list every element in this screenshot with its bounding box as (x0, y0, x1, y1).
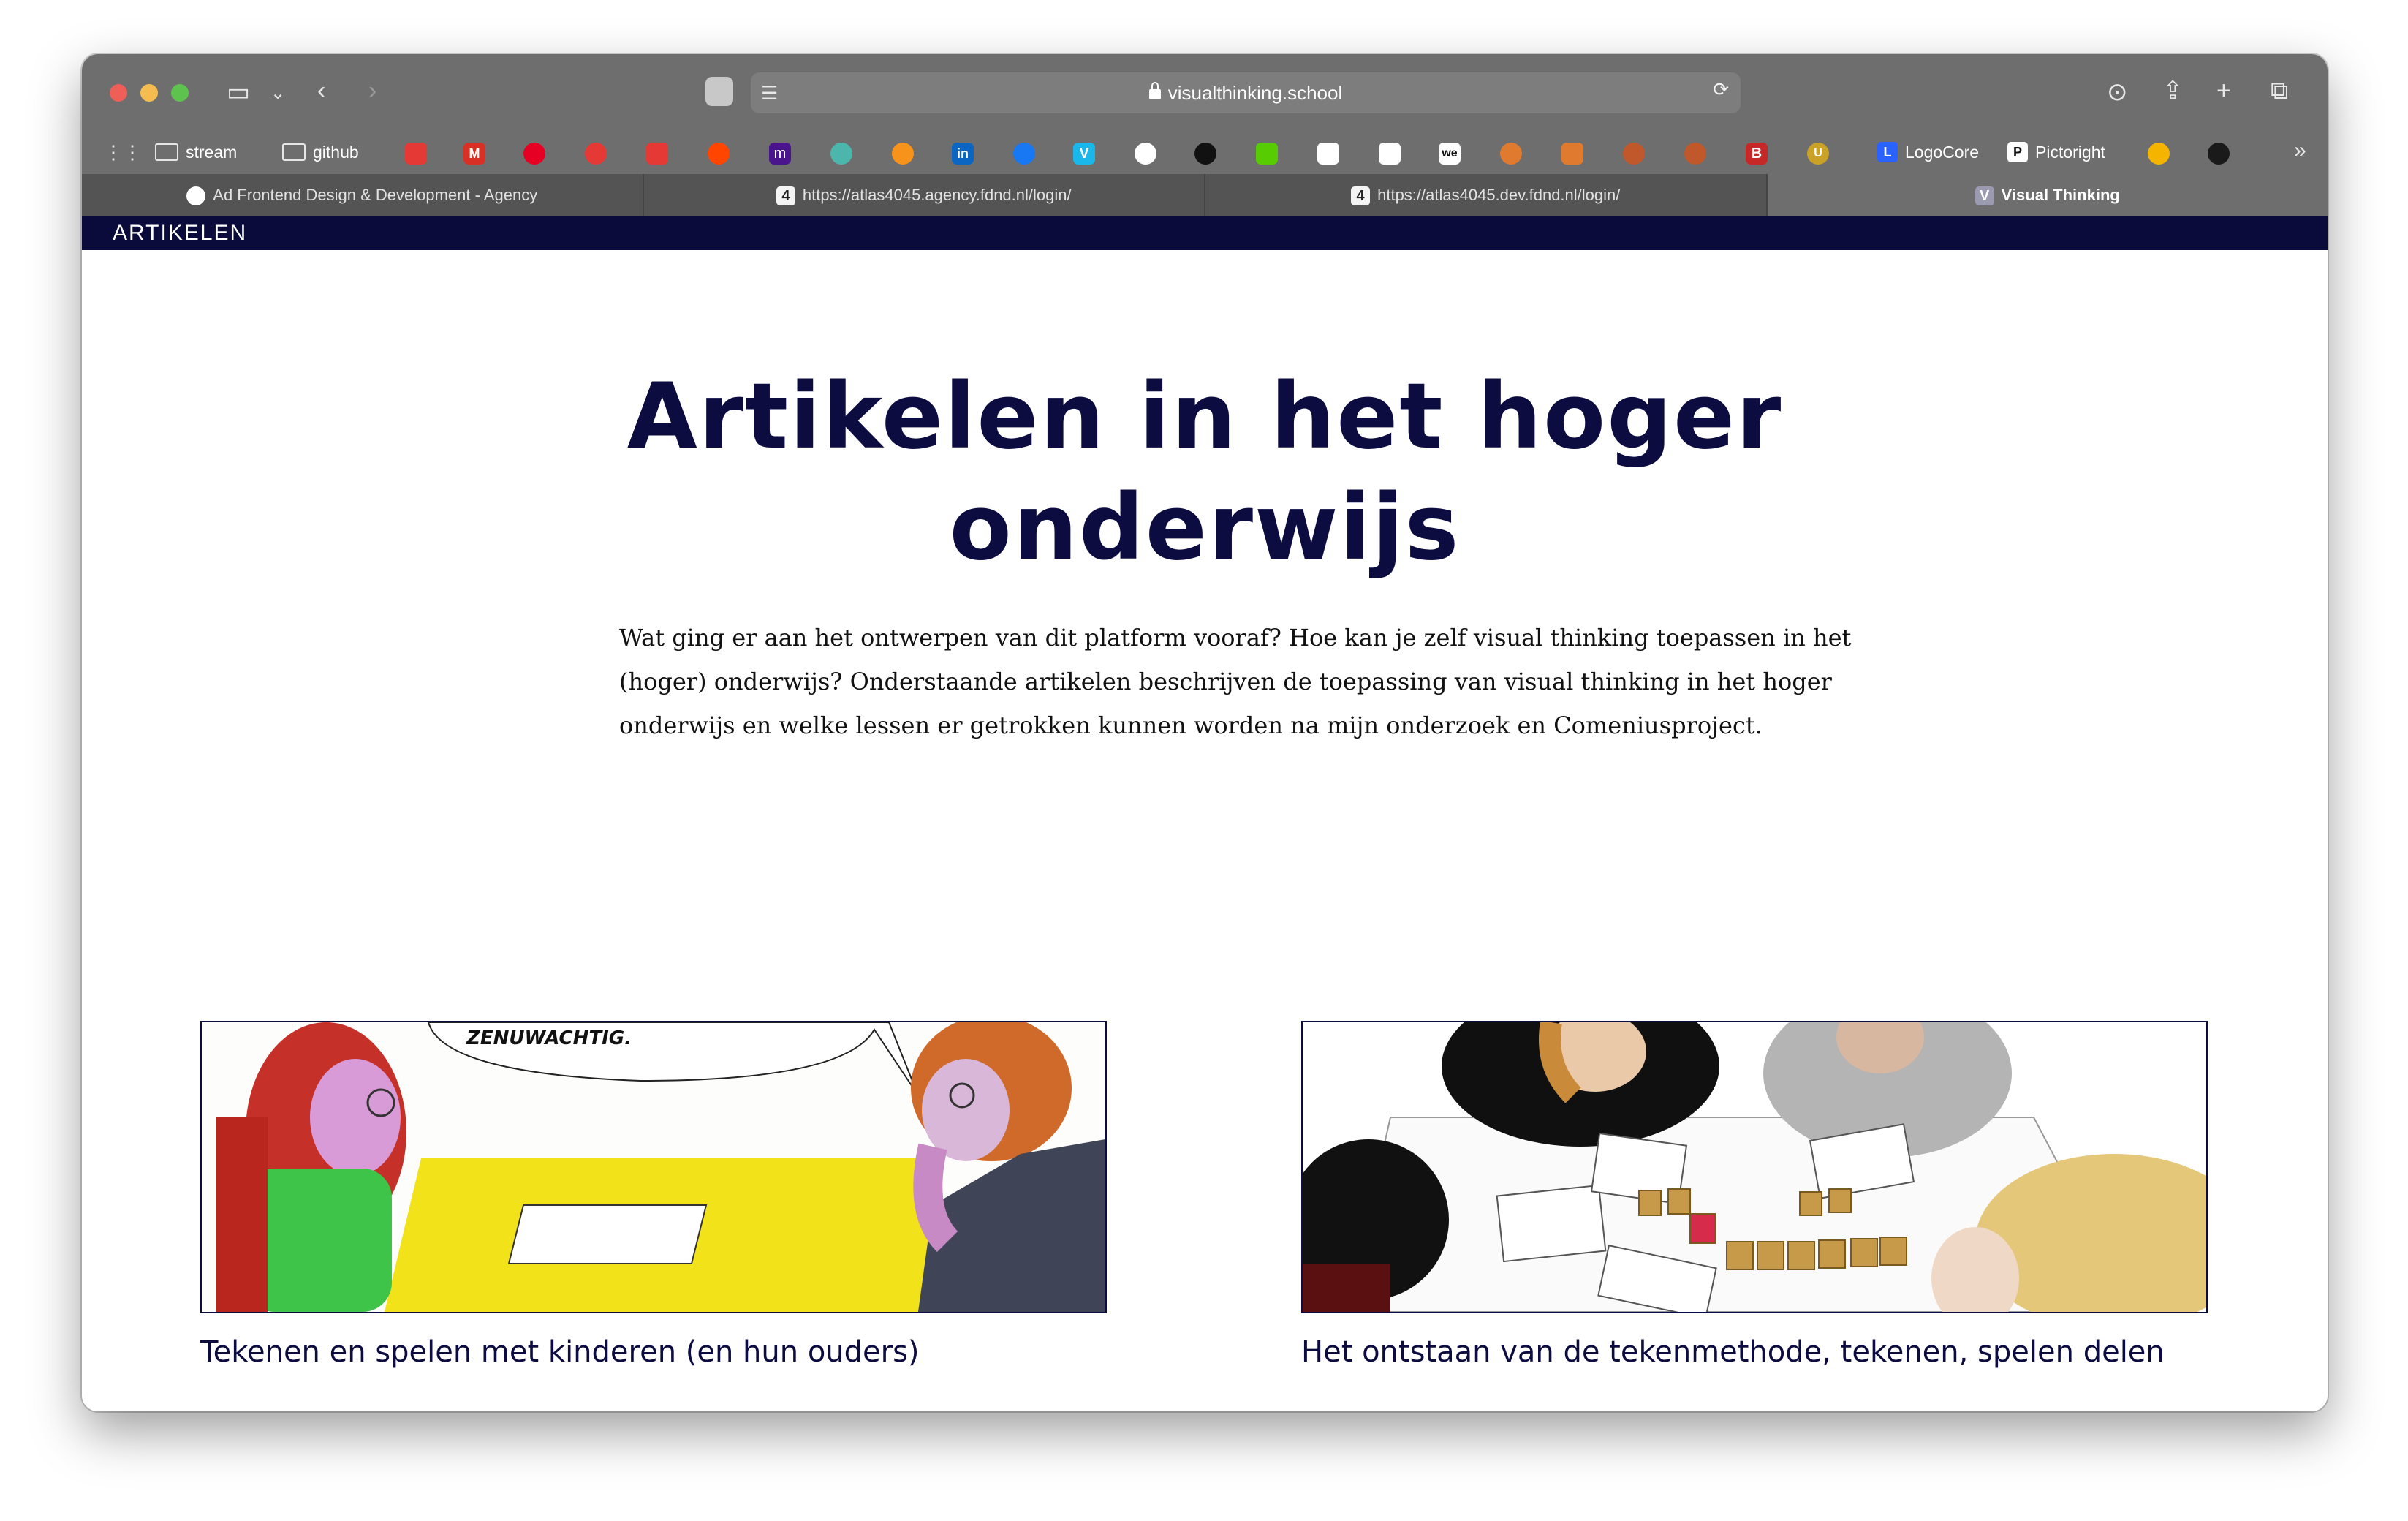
back-icon[interactable]: ‹ (317, 76, 325, 105)
illustration-comic: ZENUWACHTIG. (202, 1022, 1105, 1312)
photos-icon[interactable] (2148, 143, 2170, 165)
tab-atlas-agency[interactable]: 4 https://atlas4045.agency.fdnd.nl/login/ (644, 174, 1205, 216)
address-bar[interactable]: ☰ visualthinking.school ⟳ (705, 72, 1741, 113)
page-title: Artikelen in het hoger onderwijs (82, 361, 2328, 584)
chevron-down-icon[interactable]: ⌄ (270, 79, 285, 108)
tab-bar: Ad Frontend Design & Development - Agenc… (82, 174, 2328, 216)
basketball-icon[interactable] (1623, 143, 1645, 165)
minimize-window-button[interactable] (140, 84, 158, 102)
tab-label: https://atlas4045.agency.fdnd.nl/login/ (802, 186, 1072, 204)
share-icon[interactable]: ⇪ (2162, 76, 2184, 105)
upwork-icon[interactable] (1194, 143, 1216, 165)
apps-grid-icon[interactable]: ⋮⋮ (104, 137, 142, 167)
article-card[interactable]: Het ontstaan van de tekenmethode, tekene… (1301, 1021, 2208, 1369)
vimeo-icon[interactable]: V (1073, 143, 1095, 165)
wetransfer-icon[interactable]: we (1439, 143, 1461, 165)
opera-icon[interactable] (585, 143, 607, 165)
bookmark-logocore[interactable]: L LogoCore (1877, 140, 1979, 164)
bookmarks-bar: ⋮⋮ stream github M m in V we B U L LogoCo… (82, 130, 2328, 174)
bookmark-label: LogoCore (1905, 142, 1980, 162)
medium-icon[interactable]: m (769, 143, 791, 165)
gmail-icon[interactable]: M (463, 143, 485, 165)
bookmark-label: github (313, 142, 359, 162)
article-title[interactable]: Het ontstaan van de tekenmethode, tekene… (1301, 1335, 2208, 1369)
openai-icon[interactable] (1135, 143, 1156, 165)
v-brand-icon[interactable]: B (1746, 143, 1768, 165)
pictoright-icon: P (2007, 142, 2028, 162)
tab-atlas-dev[interactable]: 4 https://atlas4045.dev.fdnd.nl/login/ (1205, 174, 1768, 216)
qr-icon[interactable] (1379, 143, 1401, 165)
bookmark-folder-stream[interactable]: stream (155, 140, 237, 164)
new-tab-icon[interactable]: + (2216, 76, 2231, 105)
page-title-line-1: Artikelen in het hoger (626, 364, 1783, 469)
bookmark-label: Pictoright (2035, 142, 2105, 162)
reload-icon[interactable]: ⟳ (1713, 78, 1729, 101)
orange-square-icon[interactable] (1561, 143, 1583, 165)
logocore-icon: L (1877, 142, 1898, 162)
article-illustration[interactable]: ZENUWACHTIG. (200, 1021, 1107, 1313)
browser-window: ▭ ⌄ ‹ › ☰ visualthinking.school ⟳ ⊙ ⇪ + … (82, 54, 2328, 1411)
tab-overview-icon[interactable]: ⧉ (2271, 76, 2288, 105)
extension-circle-icon[interactable] (2208, 143, 2230, 165)
close-window-button[interactable] (110, 84, 127, 102)
sidebar-toggle-icon[interactable]: ▭ (227, 78, 250, 107)
github-icon (186, 186, 206, 206)
lock-icon (1148, 82, 1161, 99)
page-title-line-2: onderwijs (949, 475, 1461, 581)
pinterest-icon[interactable] (523, 143, 545, 165)
more-bookmarks-icon[interactable]: » (2294, 136, 2306, 165)
tab-agency-github[interactable]: Ad Frontend Design & Development - Agenc… (82, 174, 644, 216)
site-nav: ARTIKELEN (82, 216, 2328, 250)
article-title[interactable]: Tekenen en spelen met kinderen (en hun o… (200, 1335, 1107, 1369)
facebook-icon[interactable] (1013, 143, 1035, 165)
address-url[interactable]: visualthinking.school (751, 72, 1741, 113)
tab-label: Visual Thinking (2001, 186, 2120, 204)
zoom-window-button[interactable] (171, 84, 189, 102)
nav-link-artikelen[interactable]: ARTIKELEN (113, 216, 247, 250)
duolingo-icon[interactable] (1256, 143, 1278, 165)
folder-icon (155, 143, 178, 161)
article-illustration[interactable] (1301, 1021, 2208, 1313)
orange-circle-icon[interactable] (1500, 143, 1522, 165)
browser-toolbar: ▭ ⌄ ‹ › ☰ visualthinking.school ⟳ ⊙ ⇪ + … (82, 54, 2328, 130)
ball-icon[interactable] (1684, 143, 1706, 165)
tab-visual-thinking[interactable]: V Visual Thinking (1767, 174, 2328, 216)
downloads-icon[interactable]: ⊙ (2107, 78, 2128, 107)
page-content: Artikelen in het hoger onderwijs Wat gin… (82, 250, 2328, 1411)
square-icon[interactable] (1317, 143, 1339, 165)
bookmark-folder-github[interactable]: github (282, 140, 359, 164)
url-text: visualthinking.school (1167, 82, 1343, 104)
u-brand-icon[interactable]: U (1807, 143, 1829, 165)
intro-paragraph: Wat ging er aan het ontwerpen van dit pl… (619, 624, 1852, 739)
article-card[interactable]: ZENUWACHTIG. Tekenen en spelen met kinde… (200, 1021, 1107, 1369)
extension-icon[interactable] (705, 77, 733, 106)
bookmark-pictoright[interactable]: P Pictoright (2007, 140, 2105, 164)
tab-label: https://atlas4045.dev.fdnd.nl/login/ (1377, 186, 1621, 204)
folder-icon (282, 143, 306, 161)
reddit-icon[interactable] (708, 143, 730, 165)
tab-favicon: 4 (1351, 186, 1371, 206)
linkedin-icon[interactable]: in (952, 143, 974, 165)
bitcoin-icon[interactable] (892, 143, 914, 165)
circle-icon[interactable] (830, 143, 852, 165)
adobe-icon[interactable] (646, 143, 668, 165)
forward-icon[interactable]: › (368, 76, 376, 105)
speech-bubble-text: ZENUWACHTIG. (466, 1027, 632, 1049)
tab-favicon: 4 (776, 186, 795, 206)
illustration-table-drawing (1303, 1022, 2206, 1312)
tab-label: Ad Frontend Design & Development - Agenc… (213, 186, 538, 204)
bookmark-label: stream (186, 142, 238, 162)
tab-favicon: V (1975, 186, 1994, 206)
youtube-icon[interactable] (405, 143, 427, 165)
